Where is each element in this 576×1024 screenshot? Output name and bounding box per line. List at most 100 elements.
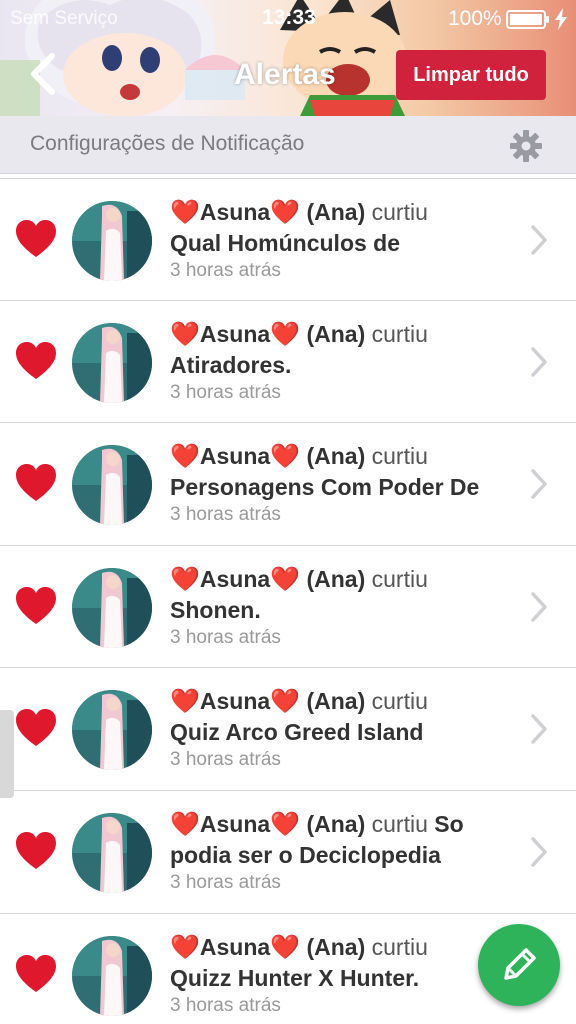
notification-line: ❤️Asuna❤️ (Ana) curtiu bbox=[170, 441, 520, 472]
post-title: Quizz Hunter X Hunter. bbox=[170, 964, 420, 991]
battery-percent: 100% bbox=[448, 7, 502, 30]
chevron-right-icon bbox=[531, 469, 547, 499]
notification-line: ❤️Asuna❤️ (Ana) curtiu bbox=[170, 932, 520, 963]
post-title: Shonen. bbox=[170, 596, 261, 623]
post-title: Qual Homúnculos de bbox=[170, 230, 401, 256]
avatar[interactable] bbox=[72, 935, 152, 1016]
timestamp: 3 horas atrás bbox=[170, 504, 281, 526]
notification-text: ❤️Asuna❤️ (Ana) curtiu Atiradores. 3 hor… bbox=[170, 319, 520, 406]
avatar[interactable] bbox=[72, 201, 152, 281]
action-text: curtiu bbox=[371, 199, 428, 225]
timestamp: 3 horas atrás bbox=[170, 626, 281, 648]
heart-emoji: ❤️ bbox=[270, 199, 301, 226]
timestamp: 3 horas atrás bbox=[170, 749, 281, 771]
avatar-image bbox=[72, 201, 152, 281]
notification-list: ❤️Asuna❤️ (Ana) curtiu Qual Homúnculos d… bbox=[0, 178, 576, 1024]
user-nickname: (Ana) bbox=[306, 443, 366, 470]
notification-row[interactable]: ❤️Asuna❤️ (Ana) curtiu So podia ser o De… bbox=[0, 790, 576, 914]
notification-line: ❤️Asuna❤️ (Ana) curtiu bbox=[170, 564, 520, 595]
like-heart-icon bbox=[16, 341, 56, 379]
user-nickname: (Ana) bbox=[306, 933, 366, 960]
chevron-right-icon bbox=[531, 346, 547, 377]
notification-line: ❤️Asuna❤️ (Ana) curtiu bbox=[170, 686, 520, 717]
heart-emoji: ❤️ bbox=[270, 443, 301, 471]
avatar[interactable] bbox=[72, 445, 152, 526]
notification-line: ❤️Asuna❤️ (Ana) curtiu bbox=[170, 319, 520, 350]
compose-button[interactable] bbox=[478, 924, 560, 1006]
heart-emoji: ❤️ bbox=[270, 933, 301, 961]
chevron-right-icon bbox=[531, 714, 547, 745]
notification-text: ❤️Asuna❤️ (Ana) curtiu Personagens Com P… bbox=[170, 441, 520, 528]
username: Asuna bbox=[199, 688, 271, 715]
like-heart-icon bbox=[16, 709, 56, 747]
post-title: Quiz Arco Greed Island bbox=[170, 719, 424, 746]
username: Asuna bbox=[199, 565, 271, 592]
action-text: curtiu bbox=[371, 688, 428, 715]
chevron-right-icon bbox=[531, 225, 547, 255]
carrier-label: Sem Serviço bbox=[10, 8, 118, 29]
user-nickname: (Ana) bbox=[306, 320, 366, 347]
heart-emoji: ❤️ bbox=[170, 933, 200, 961]
page-title: Alertas bbox=[234, 58, 336, 91]
heart-emoji: ❤️ bbox=[170, 688, 200, 716]
heart-emoji: ❤️ bbox=[170, 565, 200, 593]
battery-icon bbox=[506, 10, 549, 29]
avatar-image bbox=[72, 445, 152, 526]
pencil-icon bbox=[504, 948, 536, 980]
avatar-image bbox=[72, 322, 152, 403]
post-title: podia ser o Deciclopedia bbox=[170, 841, 441, 868]
avatar[interactable] bbox=[72, 567, 152, 648]
action-text: curtiu bbox=[371, 320, 428, 347]
username: Asuna bbox=[199, 810, 271, 837]
user-nickname: (Ana) bbox=[306, 199, 366, 225]
notification-settings-bar[interactable]: Configurações de Notificação bbox=[0, 116, 576, 174]
user-nickname: (Ana) bbox=[306, 810, 366, 837]
timestamp: 3 horas atrás bbox=[170, 871, 281, 893]
settings-label: Configurações de Notificação bbox=[30, 132, 305, 155]
username: Asuna bbox=[199, 933, 271, 960]
timestamp: 3 horas atrás bbox=[170, 381, 281, 403]
post-title: Atiradores. bbox=[170, 351, 292, 378]
avatar-image bbox=[72, 567, 152, 648]
heart-emoji: ❤️ bbox=[270, 565, 301, 593]
user-nickname: (Ana) bbox=[306, 688, 366, 715]
like-heart-icon bbox=[16, 586, 56, 624]
action-text: curtiu bbox=[371, 443, 428, 470]
back-chevron-icon[interactable] bbox=[26, 52, 62, 96]
heart-emoji: ❤️ bbox=[170, 810, 200, 838]
avatar-image bbox=[72, 690, 152, 771]
like-heart-icon bbox=[16, 220, 56, 257]
gear-icon[interactable] bbox=[508, 128, 544, 164]
action-text: curtiu bbox=[371, 933, 428, 960]
notification-row[interactable]: ❤️Asuna❤️ (Ana) curtiu Shonen. 3 horas a… bbox=[0, 545, 576, 669]
notification-row[interactable]: ❤️Asuna❤️ (Ana) curtiu Atiradores. 3 hor… bbox=[0, 300, 576, 424]
heart-emoji: ❤️ bbox=[170, 320, 200, 348]
notification-text: ❤️Asuna❤️ (Ana) curtiu Quizz Hunter X Hu… bbox=[170, 932, 520, 1019]
post-title-start: So bbox=[434, 810, 464, 837]
clear-all-button[interactable]: Limpar tudo bbox=[396, 50, 546, 100]
clock: 13:33 bbox=[262, 6, 316, 29]
avatar[interactable] bbox=[72, 812, 152, 893]
heart-emoji: ❤️ bbox=[170, 443, 200, 471]
avatar-image bbox=[72, 935, 152, 1016]
avatar[interactable] bbox=[72, 322, 152, 403]
status-bar: Sem Serviço 13:33 100% bbox=[0, 0, 576, 38]
timestamp: 3 horas atrás bbox=[170, 994, 281, 1016]
username: Asuna bbox=[199, 320, 271, 347]
notification-row[interactable]: ❤️Asuna❤️ (Ana) curtiu Quiz Arco Greed I… bbox=[0, 668, 576, 791]
avatar[interactable] bbox=[72, 690, 152, 771]
username: Asuna bbox=[199, 199, 271, 225]
notification-line: ❤️Asuna❤️ (Ana) curtiu bbox=[170, 197, 520, 228]
user-nickname: (Ana) bbox=[306, 565, 366, 592]
action-text: curtiu bbox=[371, 810, 428, 837]
charging-bolt-icon bbox=[555, 8, 567, 30]
avatar-image bbox=[72, 812, 152, 893]
notification-row[interactable]: ❤️Asuna❤️ (Ana) curtiu Qual Homúnculos d… bbox=[0, 178, 576, 301]
heart-emoji: ❤️ bbox=[170, 199, 200, 226]
like-heart-icon bbox=[16, 464, 56, 502]
side-drawer-handle[interactable] bbox=[0, 710, 14, 798]
notification-line: ❤️Asuna❤️ (Ana) curtiu So bbox=[170, 809, 520, 840]
like-heart-icon bbox=[16, 831, 56, 869]
notification-row[interactable]: ❤️Asuna❤️ (Ana) curtiu Personagens Com P… bbox=[0, 423, 576, 546]
notification-text: ❤️Asuna❤️ (Ana) curtiu Quiz Arco Greed I… bbox=[170, 686, 520, 773]
